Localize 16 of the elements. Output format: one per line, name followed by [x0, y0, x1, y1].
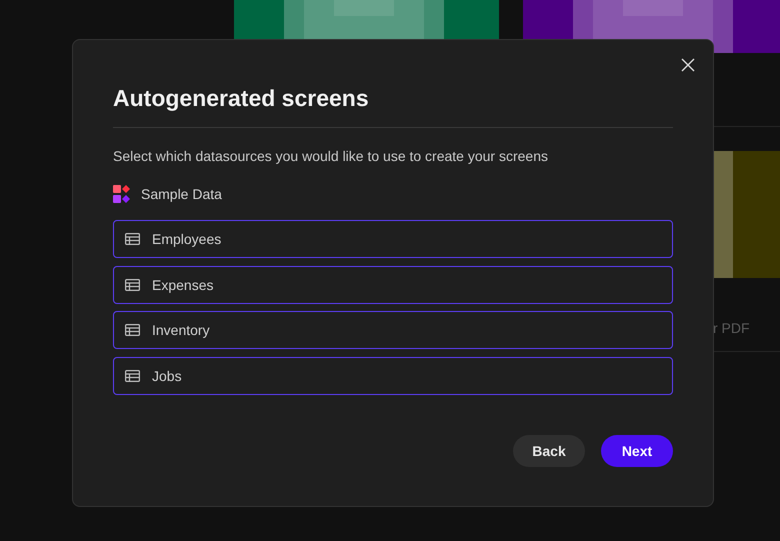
dialog-description: Select which datasources you would like to use to create your screens [113, 147, 550, 165]
table-icon [125, 278, 140, 290]
datasource-name: Sample Data [141, 186, 222, 202]
table-option[interactable]: Jobs [113, 356, 673, 394]
next-button[interactable]: Next [601, 434, 673, 466]
table-option[interactable]: Expenses [113, 266, 673, 304]
table-icon [125, 370, 140, 382]
table-icon [125, 233, 140, 245]
back-button[interactable]: Back [513, 434, 585, 466]
dialog-title: Autogenerated screens [113, 84, 370, 113]
datasource-logo-icon [113, 185, 131, 203]
close-icon[interactable] [681, 58, 695, 72]
card-caption: r PDF [713, 320, 750, 336]
table-option[interactable]: Inventory [113, 311, 673, 349]
table-option[interactable]: Employees [113, 220, 673, 258]
table-icon [125, 324, 140, 336]
